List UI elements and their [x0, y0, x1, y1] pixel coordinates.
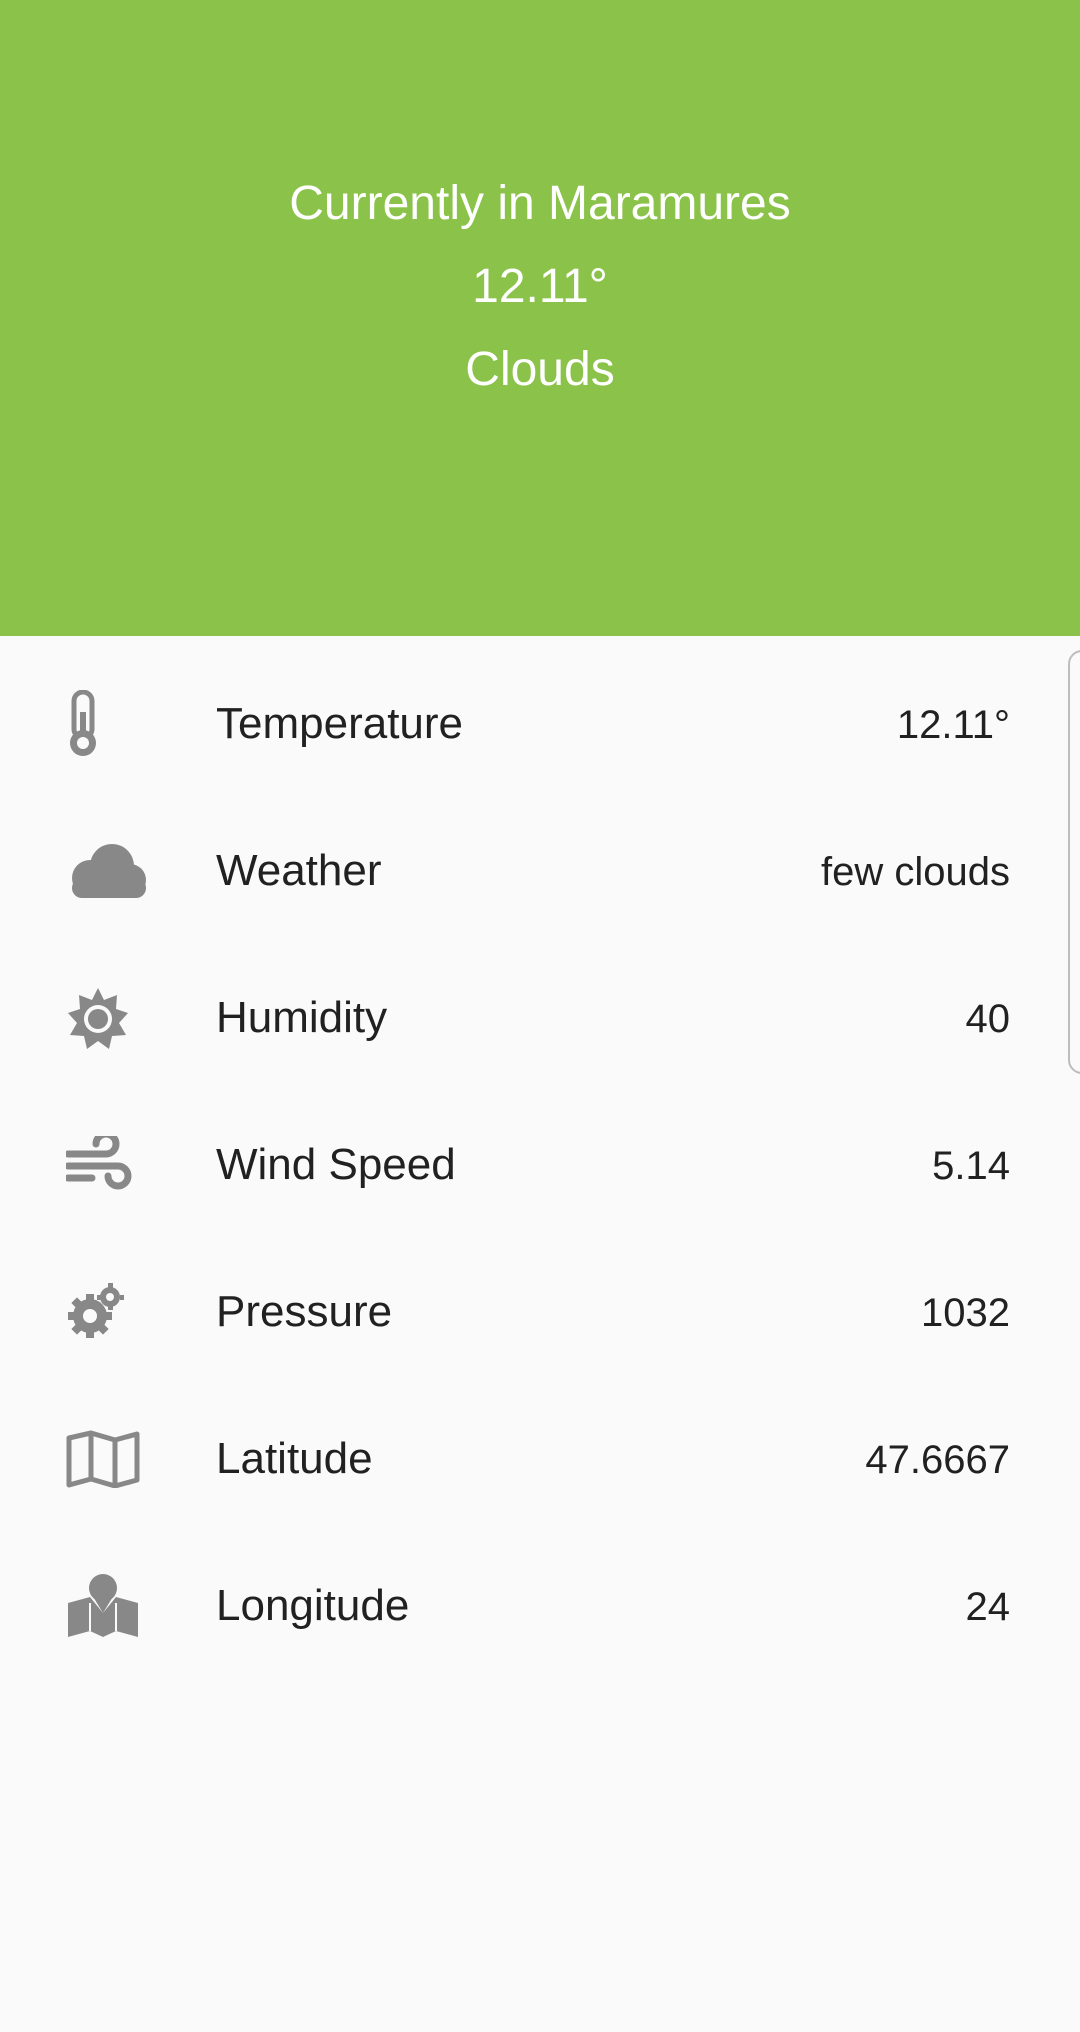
detail-value: 12.11° [896, 703, 1010, 747]
detail-value: 47.6667 [865, 1438, 1010, 1482]
location-title: Currently in Maramures [289, 177, 791, 230]
wind-icon [66, 1131, 148, 1199]
detail-label: Weather [216, 846, 382, 895]
gears-icon [66, 1278, 148, 1346]
list-item-longitude[interactable]: Longitude 24 [0, 1532, 1080, 1679]
detail-value: 24 [965, 1585, 1011, 1629]
detail-label: Pressure [216, 1287, 393, 1336]
list-item-temperature[interactable]: Temperature 12.11° [0, 650, 1080, 797]
map-icon [66, 1425, 148, 1493]
list-item-wind-speed[interactable]: Wind Speed 5.14 [0, 1091, 1080, 1238]
list-item-pressure[interactable]: Pressure 1032 [0, 1238, 1080, 1385]
current-conditions: Clouds [465, 343, 615, 396]
detail-value: few clouds [821, 850, 1010, 894]
detail-label: Latitude [216, 1434, 373, 1483]
detail-label: Temperature [216, 699, 464, 748]
list-item-weather[interactable]: Weather few clouds [0, 797, 1080, 944]
detail-label: Humidity [216, 993, 388, 1042]
list-item-humidity[interactable]: Humidity 40 [0, 944, 1080, 1091]
detail-label: Longitude [216, 1581, 410, 1630]
detail-value: 5.14 [932, 1144, 1010, 1188]
detail-value: 40 [965, 997, 1011, 1041]
cloud-icon [66, 837, 148, 905]
detail-label: Wind Speed [216, 1140, 456, 1189]
detail-value: 1032 [921, 1291, 1010, 1335]
sun-icon [66, 984, 148, 1052]
current-temperature: 12.11° [472, 260, 608, 313]
map-marker-icon [66, 1572, 148, 1640]
list-item-latitude[interactable]: Latitude 47.6667 [0, 1385, 1080, 1532]
weather-header: Currently in Maramures 12.11° Clouds [0, 0, 1080, 636]
thermometer-icon [66, 690, 148, 758]
